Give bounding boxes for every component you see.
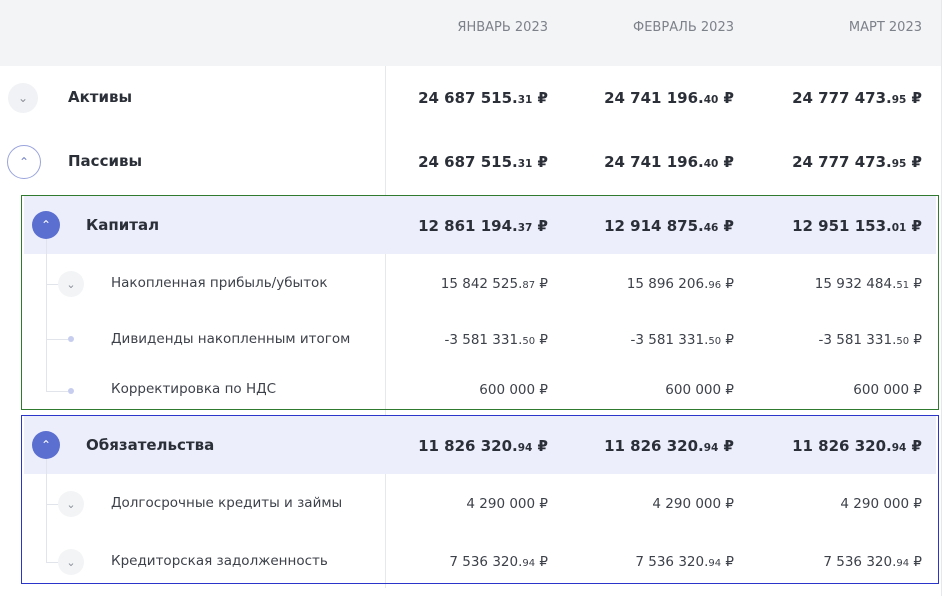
kapital-group-outline: [21, 195, 939, 410]
column-header-february: ФЕВРАЛЬ 2023: [633, 20, 734, 35]
cell-january: 24 687 515.31 ₽: [418, 89, 548, 107]
chevron-down-icon[interactable]: ⌄: [8, 83, 38, 113]
table-row-passivy[interactable]: ⌃ Пассивы 24 687 515.31 ₽ 24 741 196.40 …: [0, 132, 942, 192]
obyazatelstva-group-outline: [21, 415, 939, 584]
cell-february: 24 741 196.40 ₽: [604, 89, 734, 107]
chevron-up-icon[interactable]: ⌃: [7, 145, 41, 179]
row-label: Пассивы: [68, 152, 143, 170]
table-row-aktivy[interactable]: ⌄ Активы 24 687 515.31 ₽ 24 741 196.40 ₽…: [0, 68, 942, 128]
cell-march: 24 777 473.95 ₽: [792, 153, 922, 171]
column-header-january: ЯНВАРЬ 2023: [457, 20, 548, 35]
cell-january: 24 687 515.31 ₽: [418, 153, 548, 171]
row-label: Активы: [68, 88, 133, 106]
cell-march: 24 777 473.95 ₽: [792, 89, 922, 107]
column-header-march: МАРТ 2023: [848, 20, 922, 35]
table-header: ЯНВАРЬ 2023 ФЕВРАЛЬ 2023 МАРТ 2023: [0, 0, 942, 66]
cell-february: 24 741 196.40 ₽: [604, 153, 734, 171]
